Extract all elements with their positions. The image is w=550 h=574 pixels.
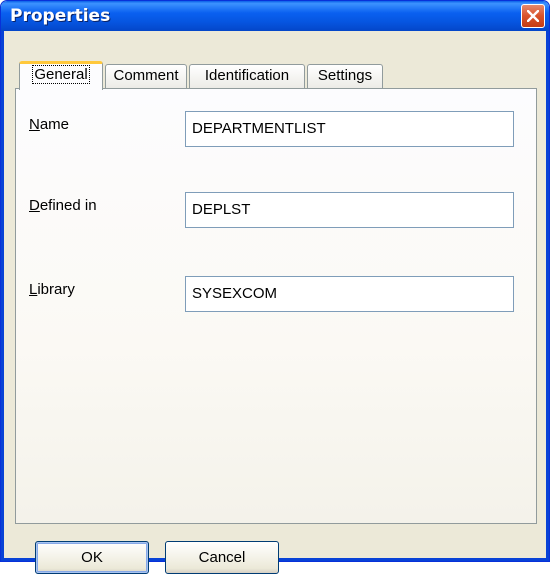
window-frame-left xyxy=(1,31,4,561)
tab-comment-label: Comment xyxy=(113,67,179,84)
title-bar[interactable]: Properties xyxy=(1,1,549,31)
close-button[interactable] xyxy=(521,4,545,28)
tab-comment[interactable]: Comment xyxy=(105,64,187,88)
tab-general-label: General xyxy=(32,65,90,84)
tab-settings[interactable]: Settings xyxy=(307,64,383,88)
defined-in-label: Defined in xyxy=(29,197,97,214)
tab-general[interactable]: General xyxy=(19,61,103,90)
library-field[interactable]: SYSEXCOM xyxy=(185,276,514,312)
tab-identification[interactable]: Identification xyxy=(189,64,305,88)
name-field[interactable]: DEPARTMENTLIST xyxy=(185,111,514,147)
close-icon xyxy=(527,10,539,22)
tab-settings-label: Settings xyxy=(317,67,373,84)
tab-identification-label: Identification xyxy=(204,67,290,84)
ok-button[interactable]: OK xyxy=(35,541,149,574)
library-label: Library xyxy=(29,281,75,298)
window-title: Properties xyxy=(10,6,111,26)
name-label: Name xyxy=(29,116,70,133)
window-frame-right xyxy=(546,31,549,561)
defined-in-field[interactable]: DEPLST xyxy=(185,192,514,228)
cancel-button[interactable]: Cancel xyxy=(165,541,279,574)
